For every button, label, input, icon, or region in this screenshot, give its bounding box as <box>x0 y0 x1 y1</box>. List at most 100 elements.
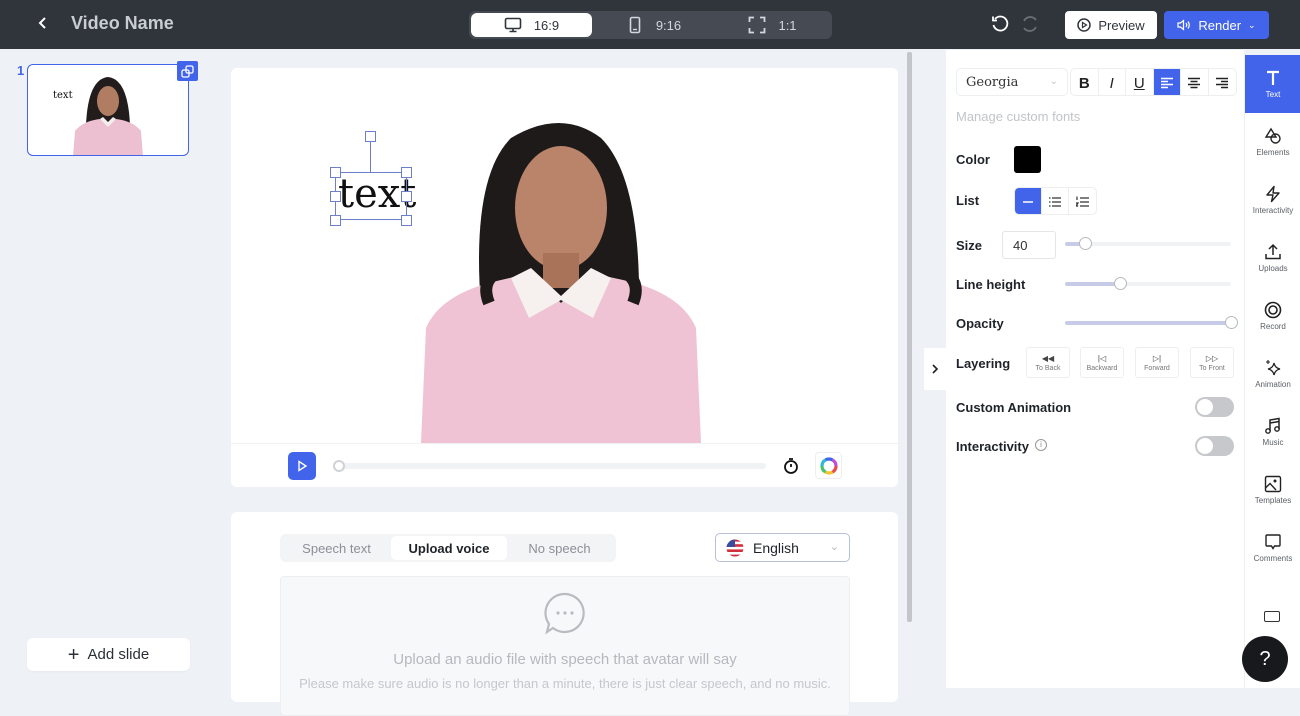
resize-handle-ml[interactable] <box>330 191 341 202</box>
chevron-down-icon: ⌄ <box>1049 76 1058 87</box>
custom-animation-label: Custom Animation <box>956 400 1072 415</box>
align-left-button[interactable] <box>1153 69 1181 95</box>
play-icon <box>298 460 308 472</box>
sidebar-item-comments[interactable]: Comments <box>1245 519 1300 577</box>
ratio-1-1[interactable]: 1:1 <box>713 11 832 39</box>
resize-handle-br[interactable] <box>401 215 412 226</box>
sidebar-item-uploads[interactable]: Uploads <box>1245 229 1300 287</box>
sidebar-item-templates[interactable]: Templates <box>1245 461 1300 519</box>
resize-handle-bl[interactable] <box>330 215 341 226</box>
background-color-button[interactable] <box>815 452 842 479</box>
resize-handle-tl[interactable] <box>330 167 341 178</box>
interactivity-toggle[interactable] <box>1195 436 1234 456</box>
tab-upload-voice[interactable]: Upload voice <box>391 536 507 560</box>
preview-button[interactable]: Preview <box>1065 11 1157 39</box>
font-family-select[interactable]: Georgia ⌄ <box>956 68 1068 96</box>
layering-label: Layering <box>956 356 1011 371</box>
line-height-label: Line height <box>956 277 1026 292</box>
monitor-icon <box>504 17 522 33</box>
video-stage[interactable]: text <box>231 68 898 443</box>
font-size-slider[interactable] <box>1065 237 1231 250</box>
square-frame-icon <box>749 16 766 34</box>
bold-button[interactable]: B <box>1071 69 1099 95</box>
slider-thumb[interactable] <box>1225 316 1238 329</box>
render-button[interactable]: Render ⌄ <box>1164 11 1269 39</box>
line-height-slider[interactable] <box>1065 277 1231 290</box>
bullet-list-icon <box>1049 196 1061 207</box>
canvas-scrollbar[interactable] <box>907 52 912 622</box>
tab-no-speech[interactable]: No speech <box>507 536 612 560</box>
video-title[interactable]: Video Name <box>71 13 174 34</box>
collapse-panel-button[interactable] <box>924 348 946 390</box>
forward-button[interactable]: ▷| Forward <box>1135 347 1179 378</box>
align-right-icon <box>1216 77 1229 89</box>
slider-fill <box>1065 282 1120 286</box>
sidebar-item-music[interactable]: Music <box>1245 403 1300 461</box>
sidebar-item-record[interactable]: Record <box>1245 287 1300 345</box>
back-button[interactable] <box>34 14 52 34</box>
sidebar-item-label: Comments <box>1253 554 1293 563</box>
color-swatch[interactable] <box>1014 146 1041 173</box>
sidebar-item-text[interactable]: Text <box>1245 55 1300 113</box>
list-numbered-button[interactable] <box>1069 188 1096 214</box>
list-none-button[interactable] <box>1015 188 1042 214</box>
numbered-list-icon <box>1076 196 1089 207</box>
slider-thumb[interactable] <box>1078 237 1092 250</box>
custom-animation-toggle[interactable] <box>1195 397 1234 417</box>
ratio-9-16[interactable]: 9:16 <box>594 11 713 39</box>
tool-sidebar: Text Elements Interactivity Uploads Reco… <box>1244 55 1300 688</box>
italic-button[interactable]: I <box>1099 69 1126 95</box>
font-family-value: Georgia <box>966 75 1019 90</box>
sidebar-item-animation[interactable]: Animation <box>1245 345 1300 403</box>
us-flag-icon <box>726 539 744 556</box>
rotate-handle[interactable] <box>365 131 376 142</box>
resize-handle-tr[interactable] <box>401 167 412 178</box>
duplicate-icon <box>181 64 194 78</box>
ratio-label: 1:1 <box>778 17 797 33</box>
opacity-slider[interactable] <box>1065 316 1238 329</box>
undo-button[interactable] <box>990 14 1010 34</box>
language-select[interactable]: English ⌄ <box>715 533 850 562</box>
play-button[interactable] <box>288 452 316 480</box>
keyboard-shortcuts-icon[interactable] <box>1264 611 1280 622</box>
to-back-button[interactable]: ◀◀ To Back <box>1026 347 1070 378</box>
step-forward-icon: ▷| <box>1152 353 1162 363</box>
slide-thumbnail[interactable]: text <box>27 64 189 156</box>
underline-button[interactable]: U <box>1126 69 1154 95</box>
font-size-input[interactable]: 40 <box>1002 231 1056 259</box>
sidebar-item-elements[interactable]: Elements <box>1245 113 1300 171</box>
upload-title: Upload an audio file with speech that av… <box>393 651 737 668</box>
timeline-scrubber[interactable] <box>333 460 345 472</box>
ratio-16-9[interactable]: 16:9 <box>471 13 592 37</box>
info-icon[interactable]: i <box>1035 439 1047 451</box>
record-icon <box>1264 301 1282 319</box>
refresh-button[interactable] <box>1020 14 1040 34</box>
align-right-button[interactable] <box>1209 69 1236 95</box>
sidebar-item-label: Templates <box>1254 496 1292 505</box>
duplicate-slide-button[interactable] <box>177 61 198 81</box>
text-element[interactable]: text <box>335 171 416 220</box>
tab-speech-text[interactable]: Speech text <box>282 536 391 560</box>
resize-handle-mr[interactable] <box>401 191 412 202</box>
speaker-icon <box>1177 19 1191 31</box>
to-front-button[interactable]: ▷▷ To Front <box>1190 347 1234 378</box>
audio-upload-dropzone[interactable]: Upload an audio file with speech that av… <box>280 576 850 716</box>
add-slide-button[interactable]: + Add slide <box>27 638 190 671</box>
align-center-icon <box>1188 77 1201 89</box>
slide-number: 1 <box>17 63 25 78</box>
help-button[interactable]: ? <box>1242 636 1288 682</box>
forward-label: Forward <box>1144 364 1170 372</box>
list-bullet-button[interactable] <box>1042 188 1069 214</box>
timer-button[interactable] <box>782 457 800 475</box>
sidebar-item-interactivity[interactable]: Interactivity <box>1245 171 1300 229</box>
image-icon <box>1264 475 1282 493</box>
comment-icon <box>1265 534 1281 550</box>
align-center-button[interactable] <box>1181 69 1209 95</box>
manage-custom-fonts-link[interactable]: Manage custom fonts <box>956 109 1080 124</box>
timeline-track[interactable] <box>339 463 766 469</box>
slider-thumb[interactable] <box>1113 277 1127 290</box>
opacity-label: Opacity <box>956 316 1004 331</box>
shapes-icon <box>1264 127 1281 144</box>
backward-button[interactable]: |◁ Backward <box>1080 347 1124 378</box>
toggle-knob <box>1197 399 1213 415</box>
